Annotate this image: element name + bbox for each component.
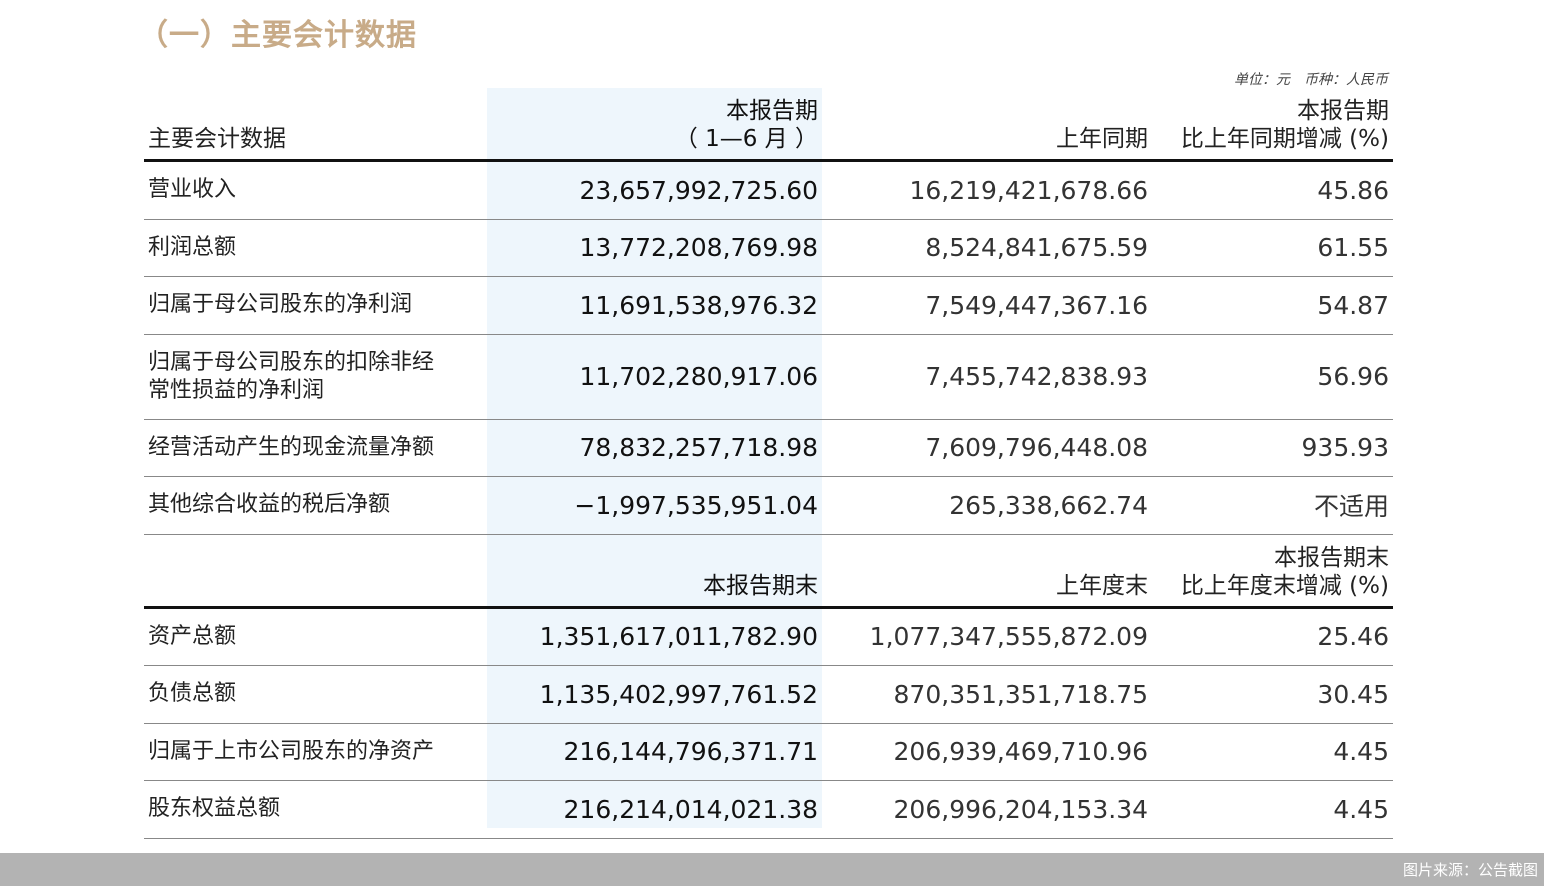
table-row: 其他综合收益的税后净额 −1,997,535,951.04 265,338,66… xyxy=(144,477,1393,535)
row-prior: 7,549,447,367.16 xyxy=(925,290,1148,320)
row-current: −1,997,535,951.04 xyxy=(574,490,818,520)
row-current: 13,772,208,769.98 xyxy=(579,233,818,263)
table-row: 归属于母公司股东的扣除非经 常性损益的净利润 11,702,280,917.06… xyxy=(144,335,1393,420)
row-current: 11,702,280,917.06 xyxy=(579,362,818,391)
row-label: 股东权益总额 xyxy=(148,796,281,822)
row-label: 经营活动产生的现金流量净额 xyxy=(148,434,435,460)
row-prior: 7,609,796,448.08 xyxy=(925,433,1148,463)
table-row: 归属于上市公司股东的净资产 216,144,796,371.71 206,939… xyxy=(144,724,1393,781)
row-label: 营业收入 xyxy=(148,177,237,203)
header-current-line2: （ 1—6 月 ） xyxy=(674,126,818,152)
table-row: 股东权益总额 216,214,014,021.38 206,996,204,15… xyxy=(144,781,1393,839)
row-change: 54.87 xyxy=(1317,290,1389,320)
image-source-bar: 图片来源：公告截图 xyxy=(0,853,1544,886)
row-label: 归属于母公司股东的净利润 xyxy=(148,292,413,318)
row-label: 利润总额 xyxy=(148,234,237,260)
row-change: 4.45 xyxy=(1333,794,1389,824)
row-current: 216,214,014,021.38 xyxy=(563,794,818,824)
row-prior: 7,455,742,838.93 xyxy=(925,362,1148,391)
row-prior: 8,524,841,675.59 xyxy=(925,233,1148,263)
header-change-line1: 本报告期 xyxy=(1297,98,1389,124)
row-change: 935.93 xyxy=(1301,433,1389,463)
table-row: 营业收入 23,657,992,725.60 16,219,421,678.66… xyxy=(144,162,1393,220)
image-source-caption: 图片来源：公告截图 xyxy=(1402,861,1538,879)
row-prior: 206,939,469,710.96 xyxy=(893,737,1148,767)
row-label: 归属于母公司股东的扣除非经 常性损益的净利润 xyxy=(144,349,487,405)
row-current: 11,691,538,976.32 xyxy=(579,290,818,320)
table-row: 利润总额 13,772,208,769.98 8,524,841,675.59 … xyxy=(144,220,1393,277)
table-header-2: 本报告期末 上年度末 本报告期末 比上年度末增减 (%) xyxy=(144,535,1393,609)
row-current: 1,351,617,011,782.90 xyxy=(539,622,818,652)
row-prior: 1,077,347,555,872.09 xyxy=(869,622,1148,652)
row-prior: 16,219,421,678.66 xyxy=(909,175,1148,205)
row-label: 负债总额 xyxy=(148,681,237,707)
table-row: 资产总额 1,351,617,011,782.90 1,077,347,555,… xyxy=(144,609,1393,666)
header-current: 本报告期 （ 1—6 月 ） xyxy=(487,97,822,153)
accounting-data-table: 主要会计数据 本报告期 （ 1—6 月 ） 上年同期 本报告期 比上年同期增减 … xyxy=(144,88,1393,839)
row-change: 25.46 xyxy=(1317,622,1389,652)
header-change: 本报告期 比上年同期增减 (%) xyxy=(1150,97,1393,153)
header-current-line1: 本报告期 xyxy=(726,98,818,124)
row-label: 其他综合收益的税后净额 xyxy=(148,492,391,518)
row-current: 78,832,257,718.98 xyxy=(579,433,818,463)
table-header-1: 主要会计数据 本报告期 （ 1—6 月 ） 上年同期 本报告期 比上年同期增减 … xyxy=(144,88,1393,162)
row-current: 216,144,796,371.71 xyxy=(563,737,818,767)
unit-note: 单位：元 币种：人民币 xyxy=(1234,72,1388,88)
row-label-line2: 常性损益的净利润 xyxy=(148,377,325,403)
row-label-line1: 归属于母公司股东的扣除非经 xyxy=(148,349,435,375)
row-current: 1,135,402,997,761.52 xyxy=(539,679,818,709)
table-row: 负债总额 1,135,402,997,761.52 870,351,351,71… xyxy=(144,666,1393,724)
row-label: 归属于上市公司股东的净资产 xyxy=(148,738,435,764)
header-change-end-line1: 本报告期末 xyxy=(1274,544,1389,571)
section-title: （一）主要会计数据 xyxy=(138,18,417,53)
table-row: 经营活动产生的现金流量净额 78,832,257,718.98 7,609,79… xyxy=(144,420,1393,477)
header-change-line2: 比上年同期增减 (%) xyxy=(1180,126,1389,152)
row-prior: 206,996,204,153.34 xyxy=(893,794,1148,824)
row-change: 30.45 xyxy=(1317,679,1389,709)
header-current-end: 本报告期末 xyxy=(703,572,818,599)
header-change-end-line2: 比上年度末增减 (%) xyxy=(1180,572,1389,599)
row-current: 23,657,992,725.60 xyxy=(579,175,818,205)
table-row: 归属于母公司股东的净利润 11,691,538,976.32 7,549,447… xyxy=(144,277,1393,335)
row-change: 61.55 xyxy=(1317,233,1389,263)
row-prior: 265,338,662.74 xyxy=(949,490,1148,520)
row-change: 45.86 xyxy=(1317,175,1389,205)
row-change: 4.45 xyxy=(1333,737,1389,767)
row-label: 资产总额 xyxy=(148,623,237,649)
header-change-end: 本报告期末 比上年度末增减 (%) xyxy=(1150,544,1393,600)
row-change: 56.96 xyxy=(1317,362,1389,391)
row-change: 不适用 xyxy=(1313,492,1389,522)
header-label: 主要会计数据 xyxy=(148,126,286,152)
header-prior-end: 上年度末 xyxy=(1056,572,1148,599)
header-prior: 上年同期 xyxy=(1056,126,1148,152)
row-prior: 870,351,351,718.75 xyxy=(893,679,1148,709)
